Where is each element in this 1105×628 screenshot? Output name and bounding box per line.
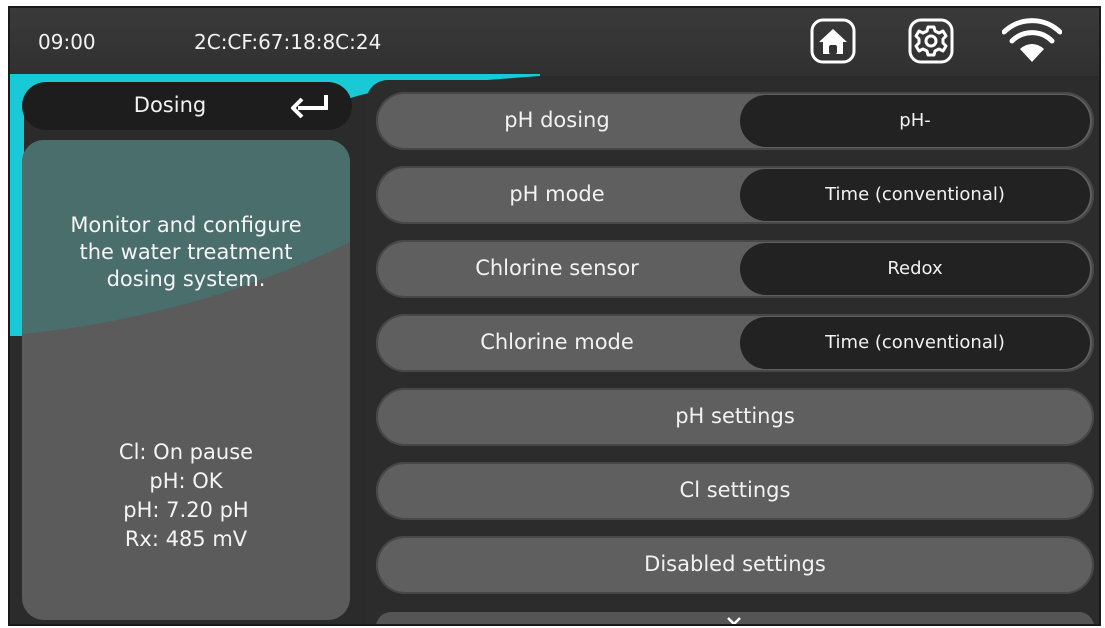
cl-settings-button[interactable]: Cl settings (376, 462, 1094, 520)
chlorine-mode-row[interactable]: Chlorine mode Time (conventional) (376, 314, 1094, 372)
row-label: pH mode (509, 182, 605, 206)
chlorine-sensor-value[interactable]: Redox (740, 243, 1090, 295)
ph-value: pH: 7.20 pH (123, 498, 249, 522)
info-panel: Monitor and configure the water treatmen… (22, 140, 350, 620)
chlorine-status: Cl: On pause (118, 440, 254, 464)
button-label: Disabled settings (644, 552, 826, 576)
return-arrow-icon (291, 95, 328, 119)
description-line: dosing system. (106, 267, 266, 291)
row-label: Chlorine mode (480, 330, 634, 354)
status-readout: Cl: On pause pH: OK pH: 7.20 pH Rx: 485 … (22, 438, 350, 554)
chlorine-mode-value[interactable]: Time (conventional) (740, 317, 1090, 369)
device-screen: 09:00 2C:CF:67:18:8C:24 Dosing Monitor a… (8, 6, 1101, 626)
page-title: Dosing (133, 93, 207, 117)
ph-mode-row[interactable]: pH mode Time (conventional) (376, 166, 1094, 224)
home-icon[interactable] (810, 18, 856, 64)
disabled-settings-button[interactable]: Disabled settings (376, 536, 1094, 594)
chlorine-sensor-row[interactable]: Chlorine sensor Redox (376, 240, 1094, 298)
status-bar: 09:00 2C:CF:67:18:8C:24 (10, 8, 1099, 76)
back-button[interactable]: Dosing (22, 82, 352, 130)
redox-value: Rx: 485 mV (124, 527, 248, 551)
description-line: Monitor and configure (70, 213, 302, 237)
mac-address: 2C:CF:67:18:8C:24 (194, 30, 382, 54)
ph-status: pH: OK (149, 469, 223, 493)
clock: 09:00 (38, 30, 96, 54)
row-label: pH dosing (504, 108, 610, 132)
button-label: Cl settings (679, 478, 791, 502)
description-line: the water treatment (79, 240, 293, 264)
description: Monitor and configure the water treatmen… (22, 212, 350, 293)
row-label: Chlorine sensor (475, 256, 639, 280)
ph-settings-button[interactable]: pH settings (376, 388, 1094, 446)
ph-mode-value[interactable]: Time (conventional) (740, 169, 1090, 221)
ph-dosing-row[interactable]: pH dosing pH- (376, 92, 1094, 150)
wifi-icon (1001, 18, 1063, 64)
ph-dosing-value[interactable]: pH- (740, 95, 1090, 147)
gear-icon[interactable] (908, 18, 954, 64)
settings-menu: pH dosing pH- pH mode Time (conventional… (366, 80, 1099, 626)
chevron-down-icon[interactable] (726, 616, 742, 626)
button-label: pH settings (675, 404, 795, 428)
